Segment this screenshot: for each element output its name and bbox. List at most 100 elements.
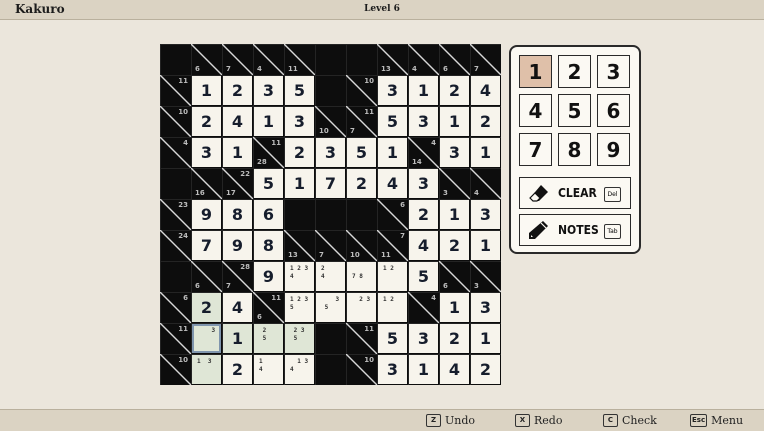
board-cell[interactable]: 1: [253, 106, 284, 137]
board-cell[interactable]: 1 2: [377, 292, 408, 323]
cell-value: 3: [417, 174, 430, 193]
board-cell[interactable]: 2: [470, 354, 501, 385]
board-cell[interactable]: 1: [284, 168, 315, 199]
number-button-4[interactable]: 4: [519, 94, 552, 127]
check-hint[interactable]: C Check: [603, 414, 657, 427]
clear-button[interactable]: CLEAR Del: [519, 177, 631, 209]
board-cell[interactable]: 2: [346, 168, 377, 199]
board-cell[interactable]: 1: [470, 230, 501, 261]
board-cell[interactable]: 2: [284, 137, 315, 168]
cell-value: 3: [448, 143, 461, 162]
board-cell[interactable]: 3: [470, 292, 501, 323]
board-cell[interactable]: 1 3: [191, 354, 222, 385]
number-button-8[interactable]: 8: [558, 133, 591, 166]
board-cell[interactable]: 2: [222, 75, 253, 106]
undo-hint[interactable]: Z Undo: [426, 414, 475, 427]
board-cell[interactable]: 2: [470, 106, 501, 137]
board-cell[interactable]: 2: [222, 354, 253, 385]
selected-cell[interactable]: 3: [191, 323, 222, 354]
number-button-5[interactable]: 5: [558, 94, 591, 127]
cell-value: 1: [448, 205, 461, 224]
redo-hint[interactable]: X Redo: [515, 414, 562, 427]
board-cell[interactable]: 5: [346, 137, 377, 168]
undo-label: Undo: [445, 414, 476, 427]
board-cell[interactable]: 8: [222, 199, 253, 230]
board-cell[interactable]: 5: [284, 75, 315, 106]
board-cell[interactable]: 6: [253, 199, 284, 230]
board-cell[interactable]: 2 3 5: [284, 323, 315, 354]
number-button-3[interactable]: 3: [597, 55, 630, 88]
board-cell[interactable]: 1: [439, 106, 470, 137]
board-cell[interactable]: 5: [377, 323, 408, 354]
board-cell[interactable]: 3: [408, 106, 439, 137]
board-cell[interactable]: 4: [408, 230, 439, 261]
board-cell[interactable]: 2: [439, 323, 470, 354]
down-clue: 6: [195, 65, 200, 73]
number-button-2[interactable]: 2: [558, 55, 591, 88]
board-cell[interactable]: 8: [253, 230, 284, 261]
across-clue: 4: [183, 139, 188, 147]
board-cell[interactable]: 2 3: [346, 292, 377, 323]
board-cell[interactable]: 2: [439, 230, 470, 261]
notes-button[interactable]: NOTES Tab: [519, 214, 631, 246]
number-button-9[interactable]: 9: [597, 133, 630, 166]
board-cell[interactable]: 2: [191, 292, 222, 323]
cell-value: 3: [386, 81, 399, 100]
board-cell[interactable]: 9: [253, 261, 284, 292]
number-button-1[interactable]: 1: [519, 55, 552, 88]
board-cell[interactable]: 9: [191, 199, 222, 230]
board-cell[interactable]: 3: [315, 137, 346, 168]
board-cell[interactable]: 4: [377, 168, 408, 199]
board-cell[interactable]: 5: [377, 106, 408, 137]
board-cell[interactable]: 2 5: [253, 323, 284, 354]
number-button-6[interactable]: 6: [597, 94, 630, 127]
clue-cell: 17 22: [222, 168, 253, 199]
board-cell[interactable]: 3: [408, 168, 439, 199]
board-cell[interactable]: 3 5: [315, 292, 346, 323]
board-cell[interactable]: 3: [191, 137, 222, 168]
board-cell[interactable]: 4: [222, 292, 253, 323]
board-cell[interactable]: 9: [222, 230, 253, 261]
down-clue: 28: [257, 158, 267, 166]
number-button-7[interactable]: 7: [519, 133, 552, 166]
board-cell[interactable]: 3: [470, 199, 501, 230]
cell-value: 2: [448, 329, 461, 348]
board-cell[interactable]: 4: [439, 354, 470, 385]
board-cell[interactable]: 1 2 3 4: [284, 261, 315, 292]
board-cell[interactable]: 2: [408, 199, 439, 230]
blank-cell: [346, 199, 377, 230]
board-cell[interactable]: 4: [222, 106, 253, 137]
board-cell[interactable]: 5: [408, 261, 439, 292]
menu-hint[interactable]: Esc Menu: [690, 414, 743, 427]
board-cell[interactable]: 7: [315, 168, 346, 199]
board-cell[interactable]: 1 2: [377, 261, 408, 292]
board-cell[interactable]: 5: [253, 168, 284, 199]
board-cell[interactable]: 1: [191, 75, 222, 106]
board-cell[interactable]: 7: [191, 230, 222, 261]
board-cell[interactable]: 4: [470, 75, 501, 106]
board-cell[interactable]: 3: [439, 137, 470, 168]
board-cell[interactable]: 1: [408, 354, 439, 385]
board-cell[interactable]: 3: [377, 75, 408, 106]
board-cell[interactable]: 1 4: [253, 354, 284, 385]
board-cell[interactable]: 1: [439, 199, 470, 230]
board-cell[interactable]: 1 3 4: [284, 354, 315, 385]
board-cell[interactable]: 3: [253, 75, 284, 106]
board-cell[interactable]: 7 8: [346, 261, 377, 292]
board-cell[interactable]: 1 2 3 5: [284, 292, 315, 323]
board-cell[interactable]: 3: [408, 323, 439, 354]
board-cell[interactable]: 2: [439, 75, 470, 106]
board-cell[interactable]: 1: [222, 323, 253, 354]
board-cell[interactable]: 2: [191, 106, 222, 137]
cell-value: 3: [293, 112, 306, 131]
board-cell[interactable]: 1: [439, 292, 470, 323]
board-cell[interactable]: 1: [470, 323, 501, 354]
board-cell[interactable]: 3: [284, 106, 315, 137]
board-cell[interactable]: 1: [222, 137, 253, 168]
board-cell[interactable]: 2 4: [315, 261, 346, 292]
clue-cell: 10: [315, 106, 346, 137]
board-cell[interactable]: 1: [408, 75, 439, 106]
board-cell[interactable]: 1: [377, 137, 408, 168]
board-cell[interactable]: 3: [377, 354, 408, 385]
board-cell[interactable]: 1: [470, 137, 501, 168]
